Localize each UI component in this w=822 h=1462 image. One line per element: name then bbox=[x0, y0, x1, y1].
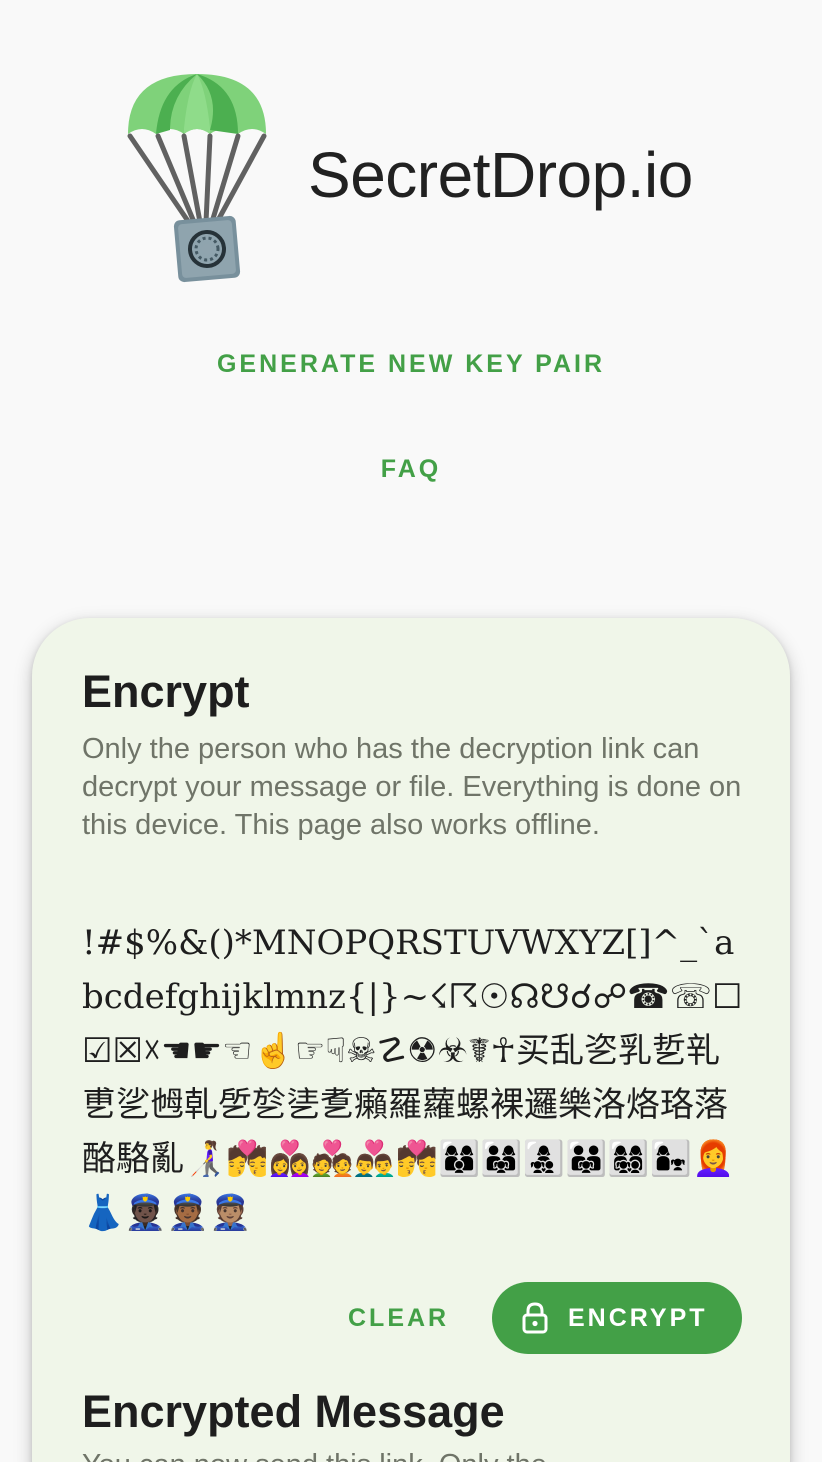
parachute-safe-icon bbox=[127, 74, 267, 283]
clear-button[interactable]: CLEAR bbox=[332, 1282, 465, 1354]
encrypt-card: Encrypt Only the person who has the decr… bbox=[32, 618, 790, 1462]
lock-icon bbox=[522, 1302, 548, 1334]
encrypt-title: Encrypt bbox=[82, 666, 250, 717]
encrypt-actions: CLEAR ENCRYPT bbox=[32, 1282, 790, 1354]
encrypt-description: Only the person who has the decryption l… bbox=[82, 733, 742, 841]
encrypted-message-description: You can now send this link. Only the bbox=[82, 1446, 752, 1462]
message-input[interactable]: !#$%&()*MNOPQRSTUVWXYZ[]^_`abcdefghijklm… bbox=[82, 916, 752, 1234]
app-title: SecretDrop.io bbox=[308, 139, 693, 211]
page: SecretDrop.io GENERATE NEW KEY PAIR FAQ … bbox=[0, 0, 822, 1462]
faq-button[interactable]: FAQ bbox=[0, 455, 822, 484]
encrypted-message-title: Encrypted Message bbox=[82, 1386, 505, 1437]
encrypt-button[interactable]: ENCRYPT bbox=[492, 1282, 742, 1354]
header: SecretDrop.io bbox=[0, 0, 822, 300]
encrypt-button-label: ENCRYPT bbox=[568, 1304, 708, 1332]
generate-key-pair-button[interactable]: GENERATE NEW KEY PAIR bbox=[0, 350, 822, 379]
